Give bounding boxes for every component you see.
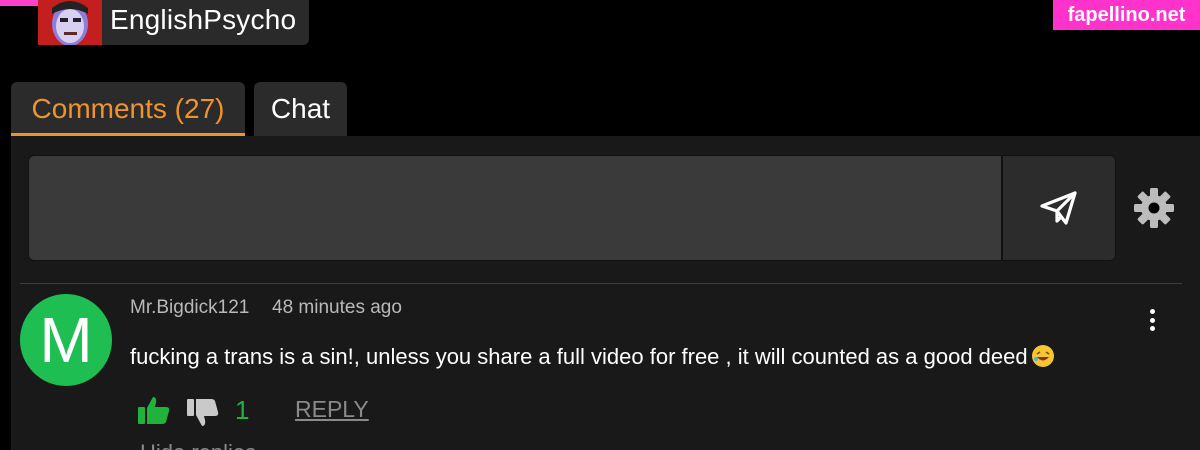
user-avatar-icon <box>38 0 102 45</box>
user-chip[interactable]: EnglishPsycho <box>38 0 309 45</box>
more-dot <box>1149 309 1155 314</box>
divider <box>20 283 1182 284</box>
reply-button[interactable]: REPLY <box>295 396 369 423</box>
tab-chat-label: Chat <box>270 93 331 124</box>
comment-timestamp: 48 minutes ago <box>272 297 402 318</box>
thumbs-down-icon <box>187 399 219 426</box>
like-button[interactable] <box>137 395 171 425</box>
dislike-button[interactable] <box>186 398 220 428</box>
send-button[interactable] <box>1002 155 1116 261</box>
gear-icon <box>1134 188 1174 228</box>
tab-chat[interactable]: Chat <box>254 82 347 136</box>
hide-replies-link[interactable]: Hide replies <box>140 440 256 450</box>
page-root: EnglishPsycho fapellino.net Comments (27… <box>0 0 1200 450</box>
user-avatar <box>38 0 102 45</box>
comment-input[interactable] <box>28 155 1002 261</box>
tab-comments-label: Comments (27) <box>31 93 225 124</box>
comment-avatar[interactable]: M <box>20 294 112 386</box>
comment-avatar-letter: M <box>39 304 93 376</box>
vote-count: 1 <box>235 395 250 425</box>
more-dot <box>1149 317 1155 323</box>
thumbs-up-icon <box>138 397 170 424</box>
comment-settings-button[interactable] <box>1132 186 1176 230</box>
username[interactable]: EnglishPsycho <box>110 4 296 36</box>
comment-author[interactable]: Mr.Bigdick121 <box>130 297 249 319</box>
send-icon <box>1040 191 1077 225</box>
more-dot <box>1149 326 1155 331</box>
comment-body: fucking a trans is a sin!, unless you sh… <box>130 344 1054 370</box>
tab-comments[interactable]: Comments (27) <box>11 82 245 136</box>
comment-menu-button[interactable] <box>1145 309 1159 331</box>
site-watermark: fapellino.net <box>1053 0 1200 30</box>
laughing-emoji-icon <box>1031 345 1054 367</box>
comment-text: fucking a trans is a sin!, unless you sh… <box>130 344 1028 369</box>
